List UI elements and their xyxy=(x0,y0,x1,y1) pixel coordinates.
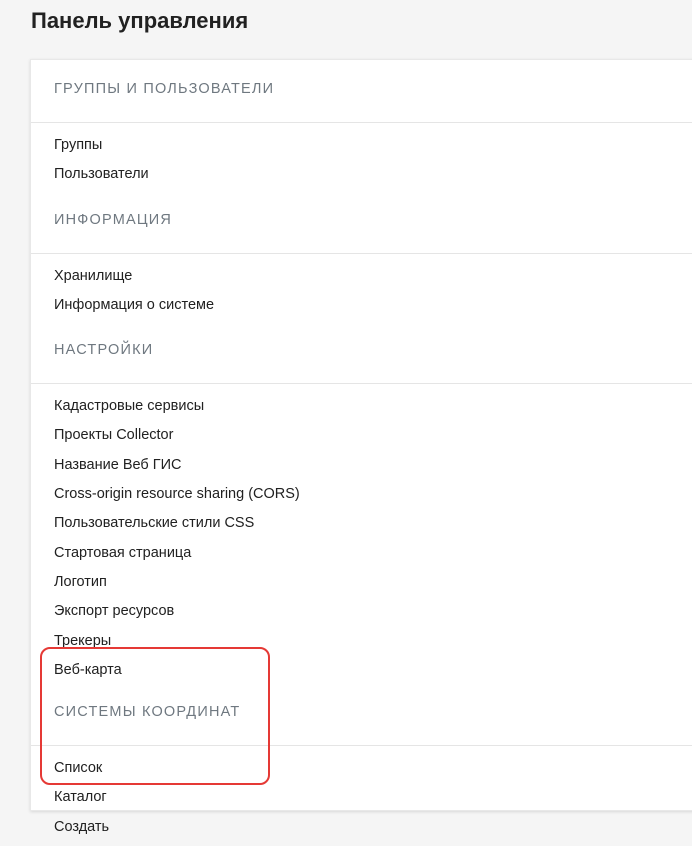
section-groups-users: ГРУППЫ И ПОЛЬЗОВАТЕЛИ Группы Пользовател… xyxy=(31,60,692,194)
section-information: ИНФОРМАЦИЯ Хранилище Информация о систем… xyxy=(31,194,692,325)
section-header: ИНФОРМАЦИЯ xyxy=(31,194,692,254)
link-collector-projects[interactable]: Проекты Collector xyxy=(54,425,692,454)
section-settings: НАСТРОЙКИ Кадастровые сервисы Проекты Co… xyxy=(31,324,692,689)
link-logo[interactable]: Логотип xyxy=(54,572,692,601)
link-srs-create[interactable]: Создать xyxy=(54,817,692,846)
link-home-page[interactable]: Стартовая страница xyxy=(54,543,692,572)
link-web-map[interactable]: Веб-карта xyxy=(54,660,692,689)
section-coordinate-systems: СИСТЕМЫ КООРДИНАТ Список Каталог Создать xyxy=(31,689,692,846)
section-header: НАСТРОЙКИ xyxy=(31,324,692,385)
section-items: Список Каталог Создать xyxy=(31,746,692,846)
section-items: Кадастровые сервисы Проекты Collector На… xyxy=(31,384,692,689)
link-system-info[interactable]: Информация о системе xyxy=(54,295,692,324)
section-items: Хранилище Информация о системе xyxy=(31,254,692,325)
link-resource-export[interactable]: Экспорт ресурсов xyxy=(54,601,692,630)
link-trackers[interactable]: Трекеры xyxy=(54,631,692,660)
link-groups[interactable]: Группы xyxy=(54,135,692,164)
link-webgis-name[interactable]: Название Веб ГИС xyxy=(54,455,692,484)
page-title: Панель управления xyxy=(31,8,249,33)
link-srs-catalog[interactable]: Каталог xyxy=(54,787,692,816)
link-cadastral-services[interactable]: Кадастровые сервисы xyxy=(54,396,692,425)
link-srs-list[interactable]: Список xyxy=(54,758,692,787)
control-panel-card: ГРУППЫ И ПОЛЬЗОВАТЕЛИ Группы Пользовател… xyxy=(30,59,692,835)
link-custom-css[interactable]: Пользовательские стили CSS xyxy=(54,513,692,542)
link-storage[interactable]: Хранилище xyxy=(54,266,692,295)
section-header: ГРУППЫ И ПОЛЬЗОВАТЕЛИ xyxy=(31,60,692,123)
section-header: СИСТЕМЫ КООРДИНАТ xyxy=(31,689,692,747)
link-cors[interactable]: Cross-origin resource sharing (CORS) xyxy=(54,484,692,513)
link-users[interactable]: Пользователи xyxy=(54,164,692,193)
section-items: Группы Пользователи xyxy=(31,123,692,194)
